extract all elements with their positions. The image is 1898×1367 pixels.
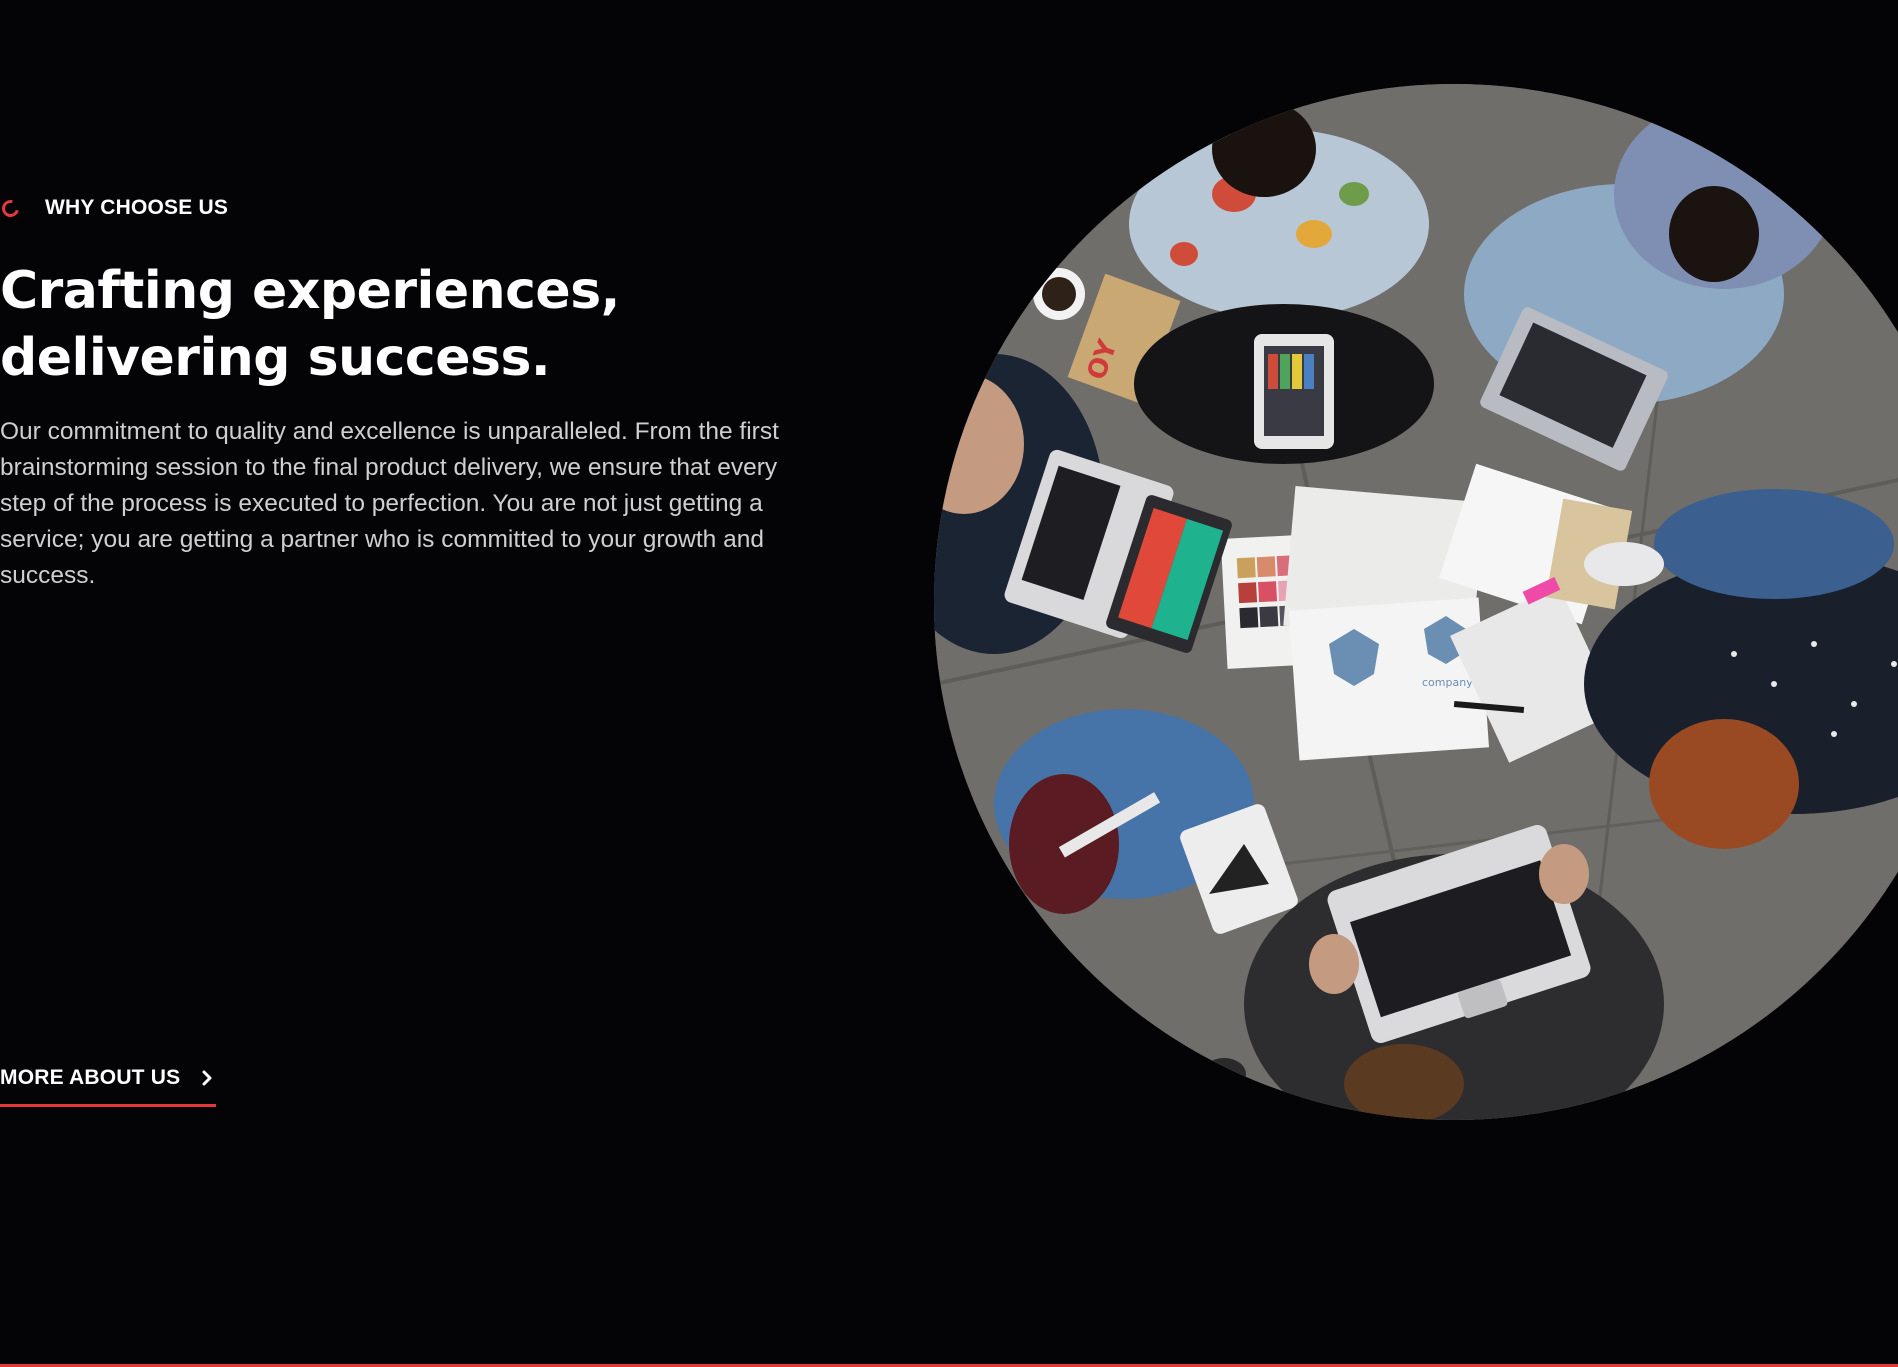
- headline-line-2: delivering success.: [0, 328, 551, 388]
- body-line-5: success.: [0, 562, 96, 589]
- eyebrow-label: WHY CHOOSE US: [45, 196, 229, 219]
- body-line-3: step of the process is executed to perfe…: [0, 490, 763, 517]
- body-line-2: brainstorming session to the final produ…: [0, 454, 778, 481]
- headline-line-1: Crafting experiences,: [0, 261, 620, 321]
- body-line-1: Our commitment to quality and excellence…: [0, 418, 779, 445]
- body-paragraph: Our commitment to quality and excellence…: [0, 414, 800, 594]
- card-company-text: company: [1422, 676, 1473, 689]
- team-photo: company OY: [934, 84, 1898, 1120]
- team-collaboration-illustration: company OY: [934, 84, 1898, 1120]
- more-about-us-label: MORE ABOUT US: [0, 1066, 181, 1089]
- body-line-4: service; you are getting a partner who i…: [0, 526, 764, 553]
- chevron-right-icon: [202, 1070, 212, 1086]
- ring-icon: [0, 196, 23, 220]
- more-about-us-link[interactable]: MORE ABOUT US: [0, 1066, 217, 1107]
- eyebrow: WHY CHOOSE US: [0, 196, 228, 220]
- section-headline: Crafting experiences, delivering success…: [0, 258, 760, 392]
- why-choose-us-section: WHY CHOOSE US Crafting experiences, deli…: [0, 0, 1898, 1367]
